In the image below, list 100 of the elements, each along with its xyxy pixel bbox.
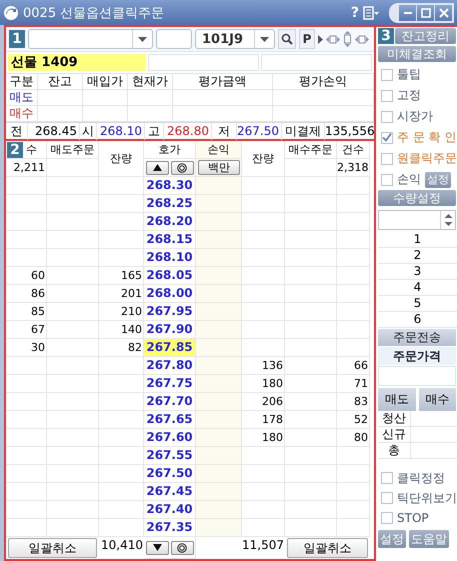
menu-icon[interactable] bbox=[363, 6, 379, 20]
table-cell bbox=[196, 303, 242, 321]
table-cell bbox=[6, 465, 47, 483]
table-cell bbox=[196, 411, 242, 429]
unit-button[interactable]: 백만 bbox=[198, 160, 240, 175]
table-cell bbox=[337, 303, 370, 321]
cancel-all-button[interactable]: 일괄취소 bbox=[8, 538, 97, 558]
table-cell bbox=[99, 375, 144, 393]
logo-icon bbox=[3, 4, 19, 20]
expand-vertical-icon[interactable] bbox=[343, 31, 352, 47]
code-dropdown[interactable]: 101J9 bbox=[195, 29, 275, 49]
table-cell bbox=[285, 501, 337, 519]
table-cell bbox=[196, 285, 242, 303]
checkbox[interactable] bbox=[381, 90, 393, 102]
table-cell bbox=[47, 483, 99, 501]
scroll-down-button[interactable] bbox=[146, 540, 168, 554]
checkbox[interactable] bbox=[381, 492, 393, 504]
maximize-button[interactable] bbox=[417, 4, 434, 20]
table-cell bbox=[6, 501, 47, 519]
expand-horizontal-icon[interactable] bbox=[355, 34, 369, 44]
column-header: 잔량 bbox=[99, 141, 144, 177]
table-cell bbox=[337, 249, 370, 267]
table-cell bbox=[337, 465, 370, 483]
checkbox[interactable] bbox=[381, 110, 393, 122]
table-cell bbox=[47, 159, 99, 177]
count-total: 2,318 bbox=[337, 159, 370, 177]
checkbox[interactable] bbox=[381, 68, 393, 80]
checkbox[interactable] bbox=[381, 512, 393, 524]
p-button[interactable]: P bbox=[299, 29, 315, 49]
order-count: 60 bbox=[6, 267, 47, 285]
table-cell bbox=[83, 106, 128, 122]
table-cell bbox=[337, 447, 370, 465]
cancel-all-button[interactable]: 일괄취소 bbox=[287, 538, 368, 558]
table-cell bbox=[83, 90, 128, 106]
table-cell bbox=[47, 195, 99, 213]
table-cell bbox=[38, 106, 83, 122]
scroll-up-button[interactable] bbox=[146, 160, 168, 174]
checkbox[interactable] bbox=[381, 132, 393, 144]
order-count: 83 bbox=[337, 393, 370, 411]
count-total: 2,211 bbox=[6, 159, 47, 177]
buy-button[interactable]: 매수 bbox=[418, 388, 456, 411]
checkbox[interactable] bbox=[381, 472, 393, 484]
table-cell bbox=[6, 213, 47, 231]
quantity-option[interactable]: 2 bbox=[378, 248, 457, 264]
quantity-field[interactable] bbox=[378, 210, 456, 230]
row-label: 청산 bbox=[378, 411, 411, 426]
sell-button[interactable]: 매도 bbox=[378, 388, 416, 411]
center-button[interactable] bbox=[170, 160, 194, 174]
input-field[interactable] bbox=[156, 29, 192, 49]
close-button[interactable] bbox=[435, 4, 452, 20]
center-button[interactable] bbox=[170, 540, 194, 554]
table-cell bbox=[242, 447, 285, 465]
table-cell bbox=[47, 357, 99, 375]
table-cell bbox=[128, 90, 173, 106]
table-cell bbox=[99, 483, 144, 501]
spinner-arrows-icon[interactable] bbox=[444, 213, 452, 227]
column-header: 매수주문 bbox=[285, 141, 337, 159]
table-cell bbox=[285, 285, 337, 303]
table-cell bbox=[285, 213, 337, 231]
quantity-option[interactable]: 1 bbox=[378, 232, 457, 248]
quantity-option[interactable]: 3 bbox=[378, 264, 457, 280]
quote-value: 268.80 bbox=[164, 123, 212, 140]
order-count: 71 bbox=[337, 375, 370, 393]
target-icon bbox=[177, 162, 187, 172]
table-cell bbox=[337, 231, 370, 249]
quantity-option[interactable]: 6 bbox=[378, 312, 457, 328]
table-cell bbox=[337, 321, 370, 339]
price-field[interactable] bbox=[378, 366, 456, 386]
table-cell bbox=[47, 501, 99, 519]
table-cell bbox=[285, 159, 337, 177]
table-cell bbox=[285, 177, 337, 195]
table-cell bbox=[196, 483, 242, 501]
account-dropdown[interactable] bbox=[28, 29, 153, 49]
remaining-quantity: 210 bbox=[99, 303, 144, 321]
table-cell bbox=[196, 267, 242, 285]
table-cell bbox=[242, 339, 285, 357]
table-cell bbox=[285, 519, 337, 537]
table-cell bbox=[47, 177, 99, 195]
table-cell bbox=[242, 519, 285, 537]
send-order-button[interactable]: 주문전송 bbox=[378, 329, 456, 346]
quantity-option[interactable]: 5 bbox=[378, 296, 457, 312]
table-cell bbox=[285, 375, 337, 393]
table-cell bbox=[196, 339, 242, 357]
search-button[interactable] bbox=[278, 29, 296, 49]
order-price-label: 주문가격 bbox=[378, 347, 456, 365]
table-cell bbox=[196, 501, 242, 519]
checkbox[interactable] bbox=[381, 152, 393, 164]
table-cell bbox=[196, 249, 242, 267]
product-name: 선물 1409 bbox=[8, 54, 146, 71]
table-cell bbox=[285, 465, 337, 483]
option-label: 틱단위보기 bbox=[397, 490, 457, 506]
column-header: 수 bbox=[26, 142, 37, 158]
remaining-quantity: 206 bbox=[242, 393, 285, 411]
checkbox[interactable] bbox=[381, 174, 393, 186]
remaining-quantity: 140 bbox=[99, 321, 144, 339]
quote-label: 미결제 bbox=[282, 123, 325, 140]
play-icon[interactable] bbox=[318, 34, 323, 44]
quantity-option[interactable]: 4 bbox=[378, 280, 457, 296]
minimize-button[interactable] bbox=[399, 4, 416, 20]
price-cell[interactable]: 267.85 bbox=[144, 339, 196, 357]
